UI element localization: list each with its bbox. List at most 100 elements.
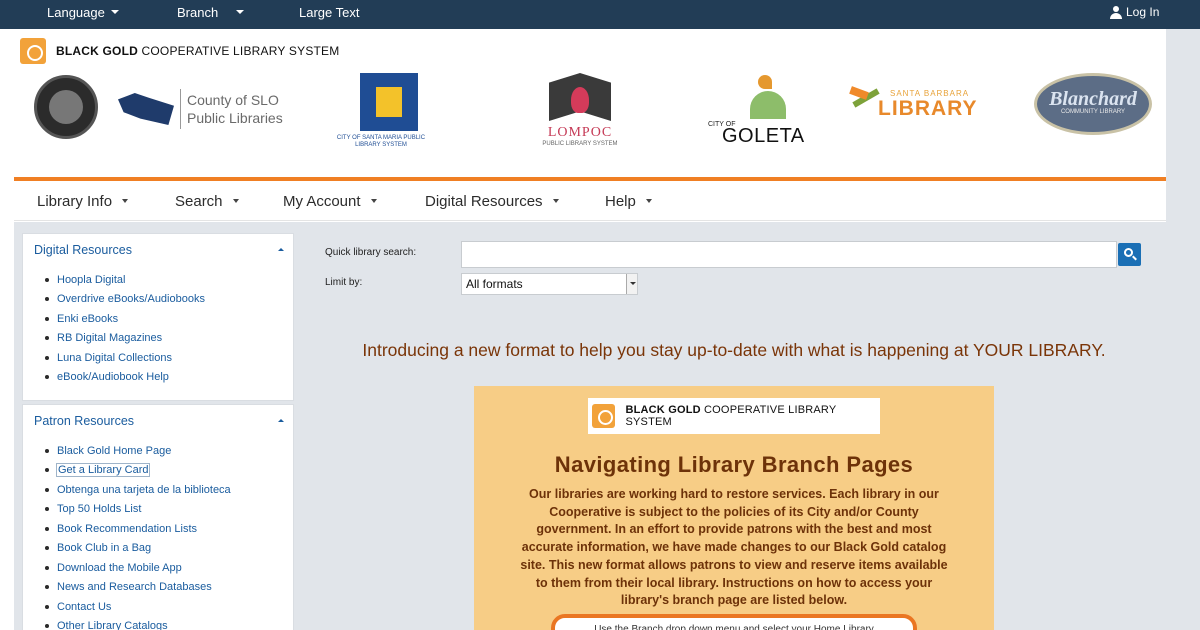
list-item: Contact Us bbox=[45, 597, 293, 617]
sidebar-link-recommendations[interactable]: Book Recommendation Lists bbox=[57, 523, 197, 535]
sidebar-link-top-50[interactable]: Top 50 Holds List bbox=[57, 503, 141, 515]
language-label: Language bbox=[47, 5, 105, 20]
flyer-title: Navigating Library Branch Pages bbox=[554, 452, 914, 477]
patron-resources-panel: Patron Resources Black Gold Home Page Ge… bbox=[22, 404, 294, 630]
nav-label: Help bbox=[605, 193, 636, 210]
lompoc-logo[interactable]: LOMPOC PUBLIC LIBRARY SYSTEM bbox=[532, 69, 628, 147]
list-item: Download the Mobile App bbox=[45, 558, 293, 578]
patron-resources-list: Black Gold Home Page Get a Library Card … bbox=[23, 437, 293, 630]
divider bbox=[180, 89, 181, 129]
site-header: BLACK GOLD COOPERATIVE LIBRARY SYSTEM Co… bbox=[14, 29, 1166, 177]
chevron-down-icon bbox=[626, 274, 637, 294]
santa-maria-caption: CITY OF SANTA MARIA PUBLIC LIBRARY SYSTE… bbox=[336, 135, 426, 148]
panel-title: Patron Resources bbox=[34, 414, 135, 428]
sidebar-link-rb-digital[interactable]: RB Digital Magazines bbox=[57, 332, 162, 344]
lompoc-subtitle: PUBLIC LIBRARY SYSTEM bbox=[542, 141, 618, 147]
bird-of-paradise-icon bbox=[848, 85, 882, 125]
nav-label: My Account bbox=[283, 193, 361, 210]
sidebar-link-black-gold-home[interactable]: Black Gold Home Page bbox=[57, 445, 171, 457]
nav-help[interactable]: Help bbox=[605, 193, 652, 210]
slo-county-logo[interactable]: County of SLO Public Libraries bbox=[118, 89, 283, 129]
digital-resources-list: Hoopla Digital Overdrive eBooks/Audioboo… bbox=[23, 266, 293, 387]
panel-header[interactable]: Digital Resources bbox=[23, 234, 293, 266]
intro-heading: Introducing a new format to help you sta… bbox=[362, 340, 1106, 360]
panel-header[interactable]: Patron Resources bbox=[23, 405, 293, 437]
panel-title: Digital Resources bbox=[34, 243, 132, 257]
language-dropdown[interactable]: Language bbox=[47, 5, 119, 20]
collapse-icon[interactable] bbox=[278, 248, 284, 251]
goleta-butterfly-icon bbox=[740, 75, 788, 119]
sidebar-link-other-catalogs[interactable]: Other Library Catalogs bbox=[57, 620, 168, 630]
sidebar-link-overdrive[interactable]: Overdrive eBooks/Audiobooks bbox=[57, 293, 205, 305]
format-select[interactable]: All formats bbox=[461, 273, 638, 295]
chevron-down-icon bbox=[370, 199, 377, 203]
black-gold-mark-icon bbox=[20, 38, 46, 64]
list-item: Book Club in a Bag bbox=[45, 539, 293, 559]
sidebar-link-databases[interactable]: News and Research Databases bbox=[57, 581, 212, 593]
black-gold-logo: BLACK GOLD COOPERATIVE LIBRARY SYSTEM bbox=[588, 398, 880, 434]
list-item: Top 50 Holds List bbox=[45, 500, 293, 520]
list-item: Luna Digital Collections bbox=[45, 348, 293, 368]
santa-maria-logo[interactable]: CITY OF SANTA MARIA PUBLIC LIBRARY SYSTE… bbox=[337, 73, 426, 149]
sidebar-link-mobile-app[interactable]: Download the Mobile App bbox=[57, 562, 182, 574]
sidebar-link-ebook-help[interactable]: eBook/Audiobook Help bbox=[57, 371, 169, 383]
flyer-instruction: Use the Branch drop down menu and select… bbox=[551, 614, 917, 630]
flyer-body: Our libraries are working hard to restor… bbox=[520, 487, 948, 608]
list-item: Get a Library Card bbox=[45, 461, 293, 481]
black-gold-name: BLACK GOLD COOPERATIVE LIBRARY SYSTEM bbox=[56, 44, 340, 58]
branch-label: Branch bbox=[177, 5, 219, 20]
branch-pages-flyer: BLACK GOLD COOPERATIVE LIBRARY SYSTEM Na… bbox=[474, 386, 994, 630]
sidebar-link-contact[interactable]: Contact Us bbox=[57, 601, 111, 613]
nav-search[interactable]: Search bbox=[175, 193, 239, 210]
large-text-toggle[interactable]: Large Text bbox=[299, 5, 359, 20]
nav-label: Library Info bbox=[37, 193, 113, 210]
black-gold-name: BLACK GOLD COOPERATIVE LIBRARY SYSTEM bbox=[625, 404, 837, 428]
top-bar: Language Branch Large Text Log In bbox=[0, 0, 1200, 29]
chevron-down-icon bbox=[645, 199, 652, 203]
goleta-logo[interactable]: CITY OF GOLETA bbox=[706, 75, 806, 147]
quick-search-input[interactable] bbox=[461, 241, 1117, 268]
santa-barbara-logo[interactable]: SANTA BARBARA LIBRARY bbox=[846, 85, 1032, 135]
large-text-label: Large Text bbox=[299, 5, 360, 20]
sidebar-link-library-card[interactable]: Get a Library Card bbox=[55, 463, 151, 478]
sidebar-link-hoopla[interactable]: Hoopla Digital bbox=[57, 274, 125, 286]
main-content: Digital Resources Hoopla Digital Overdri… bbox=[14, 222, 1166, 630]
sidebar-link-book-club[interactable]: Book Club in a Bag bbox=[57, 542, 151, 554]
right-gutter bbox=[1166, 29, 1200, 630]
chevron-down-icon bbox=[236, 10, 245, 14]
list-item: Black Gold Home Page bbox=[45, 441, 293, 461]
santa-barbara-library-label: LIBRARY bbox=[878, 97, 978, 120]
sidebar-link-tarjeta[interactable]: Obtenga una tarjeta de la biblioteca bbox=[57, 484, 231, 496]
list-item: News and Research Databases bbox=[45, 578, 293, 598]
list-item: Hoopla Digital bbox=[45, 270, 293, 290]
santa-maria-emblem-icon bbox=[360, 73, 418, 131]
list-item: Enki eBooks bbox=[45, 309, 293, 329]
login-link[interactable]: Log In bbox=[1110, 5, 1159, 19]
nav-digital-resources[interactable]: Digital Resources bbox=[425, 193, 559, 210]
paso-robles-seal-logo[interactable] bbox=[34, 75, 98, 139]
nav-library-info[interactable]: Library Info bbox=[37, 193, 129, 210]
black-gold-mark-icon bbox=[592, 404, 616, 428]
sidebar-link-enki[interactable]: Enki eBooks bbox=[57, 313, 118, 325]
branch-dropdown[interactable]: Branch bbox=[177, 5, 245, 20]
search-button[interactable] bbox=[1118, 243, 1141, 266]
search-icon-handle bbox=[1132, 255, 1137, 261]
digital-resources-panel: Digital Resources Hoopla Digital Overdri… bbox=[22, 233, 294, 401]
collapse-icon[interactable] bbox=[278, 419, 284, 422]
nav-my-account[interactable]: My Account bbox=[283, 193, 377, 210]
blanchard-logo[interactable]: Blanchard COMMUNITY LIBRARY bbox=[1034, 73, 1152, 135]
list-item: Overdrive eBooks/Audiobooks bbox=[45, 290, 293, 310]
nav-label: Digital Resources bbox=[425, 193, 543, 210]
blanchard-name: Blanchard bbox=[1049, 88, 1137, 110]
main-nav: Library Info Search My Account Digital R… bbox=[14, 181, 1166, 221]
slo-county-map-icon bbox=[118, 93, 174, 125]
chevron-down-icon bbox=[552, 199, 559, 203]
sidebar-link-luna[interactable]: Luna Digital Collections bbox=[57, 352, 172, 364]
black-gold-logo[interactable]: BLACK GOLD COOPERATIVE LIBRARY SYSTEM bbox=[20, 38, 339, 64]
slo-county-name: County of SLO Public Libraries bbox=[187, 92, 283, 126]
list-item: Obtenga una tarjeta de la biblioteca bbox=[45, 480, 293, 500]
list-item: Other Library Catalogs bbox=[45, 617, 293, 630]
left-gutter bbox=[0, 29, 14, 630]
chevron-down-icon bbox=[110, 10, 119, 14]
quick-search-label: Quick library search: bbox=[325, 247, 417, 258]
